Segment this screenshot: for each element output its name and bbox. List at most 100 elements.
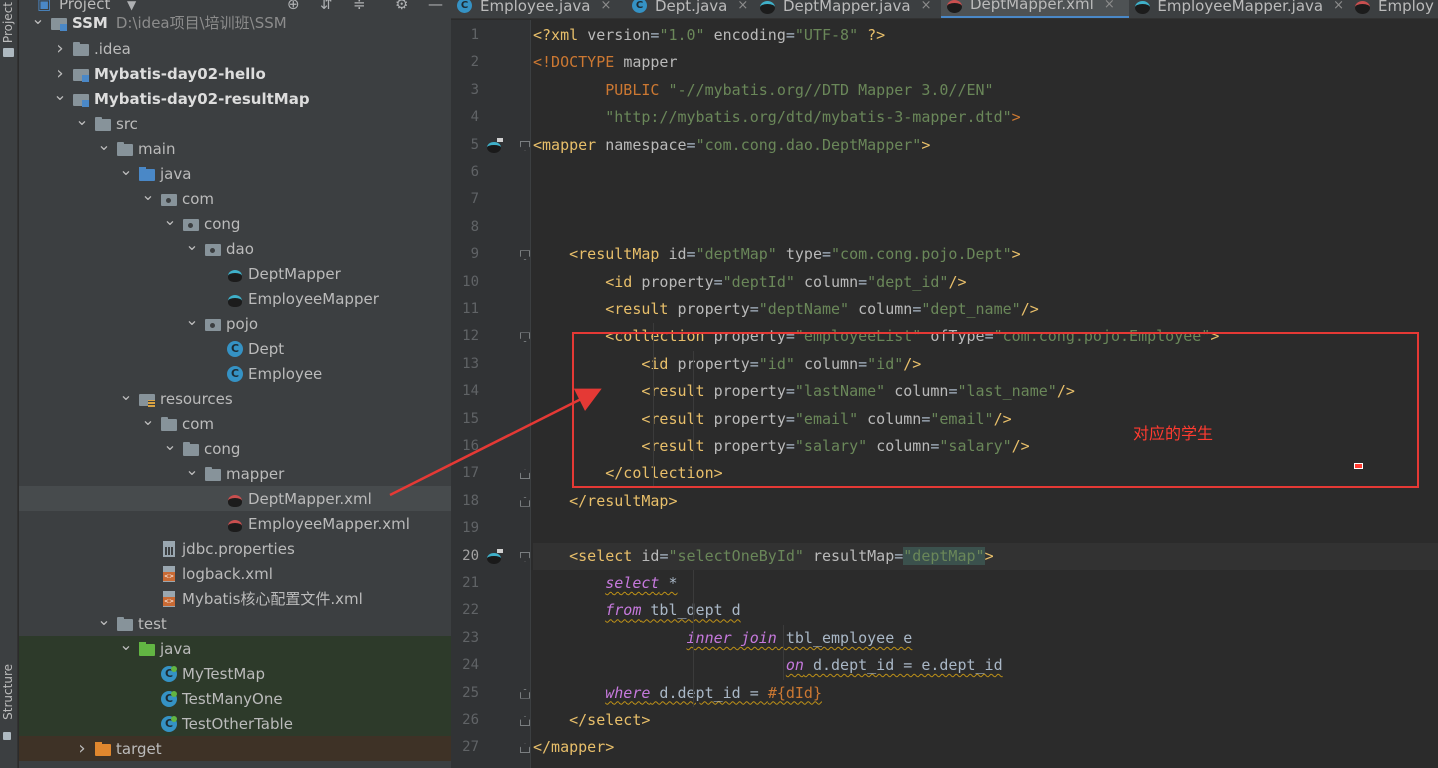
code-token: "deptMap" [903, 546, 985, 565]
mybatis-xml-icon [227, 491, 243, 507]
editor-tab[interactable]: Employee.java × [451, 0, 621, 18]
annotation-highlight-box [572, 332, 1419, 488]
tree-item[interactable]: ⌄ dao [19, 235, 451, 261]
editor-tab[interactable]: Employ [1349, 0, 1438, 18]
close-icon[interactable]: × [737, 0, 748, 13]
editor-tab[interactable]: DeptMapper.xml × [941, 0, 1129, 18]
tree-item-label: EmployeeMapper [248, 289, 379, 308]
chevron-down-icon[interactable]: ⌄ [119, 160, 133, 179]
chevron-down-icon[interactable]: ⌄ [119, 635, 133, 654]
chevron-down-icon[interactable]: ⌄ [31, 9, 45, 28]
chevron-down-icon[interactable]: ⌄ [163, 435, 177, 454]
tree-item[interactable]: DeptMapper [19, 261, 451, 286]
mybatis-navigate-icon[interactable] [485, 137, 505, 153]
tree-item[interactable]: EmployeeMapper [19, 286, 451, 311]
close-icon[interactable]: × [921, 0, 932, 13]
tree-item-label: Mybatis核心配置文件.xml [182, 590, 363, 608]
chevron-down-icon[interactable]: ⌄ [53, 85, 67, 104]
editor-tab[interactable]: DeptMapper.java × [754, 0, 936, 18]
line-number: 7 [470, 191, 479, 208]
chevron-right-icon[interactable]: › [53, 38, 67, 59]
line-number: 10 [462, 273, 479, 290]
chevron-down-icon[interactable]: ⌄ [185, 460, 199, 479]
code-token: <select [569, 546, 642, 565]
code-line: <mapper namespace="com.cong.dao.DeptMapp… [533, 132, 930, 159]
tree-item[interactable]: Mybatis核心配置文件.xml [19, 586, 451, 611]
line-number: 4 [470, 109, 479, 126]
tree-item-label: mapper [226, 464, 285, 483]
chevron-down-icon[interactable]: ⌄ [141, 185, 155, 204]
tree-item[interactable]: › .idea [19, 36, 451, 61]
project-tool-tab[interactable]: Project [1, 2, 15, 43]
folder-pkg-icon [161, 191, 177, 207]
tree-item[interactable]: MyTestMap [19, 661, 451, 686]
chevron-down-icon[interactable]: ⌄ [75, 110, 89, 129]
tree-item[interactable]: ⌄ src [19, 110, 451, 136]
tree-item-path: D:\idea项目\培训班\SSM [115, 14, 287, 32]
chevron-right-icon[interactable]: › [53, 63, 67, 84]
tree-item[interactable]: ⌄ cong [19, 210, 451, 236]
code-token: = [912, 300, 922, 318]
editor-tab[interactable]: Dept.java × [626, 0, 749, 18]
tree-item[interactable]: › Mybatis-day02-hello [19, 61, 451, 86]
fold-marker-icon[interactable] [520, 716, 530, 726]
fold-marker-icon[interactable] [520, 250, 530, 261]
chevron-down-icon[interactable]: ⌄ [97, 135, 111, 154]
code-token: type [785, 245, 822, 264]
line-number: 3 [470, 81, 479, 98]
close-icon[interactable]: × [1333, 0, 1344, 13]
chevron-down-icon[interactable]: ⌄ [185, 310, 199, 329]
editor-tab[interactable]: EmployeeMapper.java × [1129, 0, 1344, 18]
fold-marker-icon[interactable] [520, 332, 530, 343]
mybatis-icon [947, 0, 962, 13]
tree-item-label: java [160, 164, 192, 183]
code-token: * [659, 574, 678, 592]
editor-tab-label: EmployeeMapper.java [1157, 0, 1324, 15]
tree-item[interactable]: logback.xml [19, 561, 451, 586]
fold-marker-icon[interactable] [520, 551, 530, 562]
chevron-down-icon[interactable]: ⌄ [163, 210, 177, 229]
folder-icon [73, 41, 89, 57]
tree-item[interactable]: ⌄ SSM D:\idea项目\培训班\SSM [19, 9, 451, 35]
mybatis-icon [760, 0, 775, 14]
tree-item[interactable]: TestManyOne [19, 686, 451, 711]
chevron-down-icon[interactable]: ⌄ [185, 235, 199, 254]
fold-marker-icon[interactable] [520, 743, 530, 754]
tree-item[interactable]: › target [19, 736, 451, 761]
tree-item[interactable]: ⌄ java [19, 635, 451, 661]
code-token: "UTF-8" [794, 26, 868, 44]
tree-item[interactable]: TestOtherTable [19, 711, 451, 736]
chevron-down-icon[interactable]: ⌄ [141, 410, 155, 429]
code-token: = [686, 245, 696, 264]
tree-item[interactable]: ⌄ java [19, 160, 451, 186]
tree-item-label: test [138, 614, 167, 633]
code-token: column [803, 272, 859, 291]
code-token: on [785, 656, 804, 675]
tree-item[interactable]: Dept [19, 336, 451, 361]
chevron-down-icon[interactable]: ⌄ [97, 610, 111, 629]
tree-item[interactable]: ⌄ Mybatis-day02-resultMap [19, 85, 451, 111]
close-icon[interactable]: × [1104, 0, 1115, 12]
line-number: 21 [462, 575, 479, 591]
structure-tool-tab[interactable]: Structure [1, 664, 15, 720]
chevron-right-icon[interactable]: › [75, 738, 89, 759]
mybatis-navigate-icon[interactable] [485, 548, 505, 564]
tree-item[interactable]: ⌄ main [19, 135, 451, 161]
fold-marker-icon[interactable] [520, 140, 530, 151]
tree-item[interactable]: ⌄ test [19, 610, 451, 636]
fold-marker-icon[interactable] [520, 688, 530, 699]
close-icon[interactable]: × [601, 0, 612, 13]
code-token: > [1011, 245, 1021, 264]
tree-item-label: main [138, 139, 176, 158]
tree-item[interactable]: ⌄ com [19, 185, 451, 211]
code-token: /> [1020, 300, 1039, 318]
code-line: "http://mybatis.org/dtd/mybatis-3-mapper… [533, 104, 1020, 131]
code-line: <?xml version="1.0" encoding="UTF-8" ?> [533, 22, 885, 49]
code-token: version [587, 26, 651, 44]
code-line: <!DOCTYPE mapper [533, 49, 678, 76]
chevron-down-icon[interactable]: ⌄ [119, 385, 133, 404]
tree-item[interactable]: ⌄ pojo [19, 310, 451, 336]
tree-item[interactable]: jdbc.properties [19, 536, 451, 561]
tree-item[interactable]: EmployeeMapper.xml [19, 511, 451, 536]
tree-item-label: resources [160, 389, 233, 408]
